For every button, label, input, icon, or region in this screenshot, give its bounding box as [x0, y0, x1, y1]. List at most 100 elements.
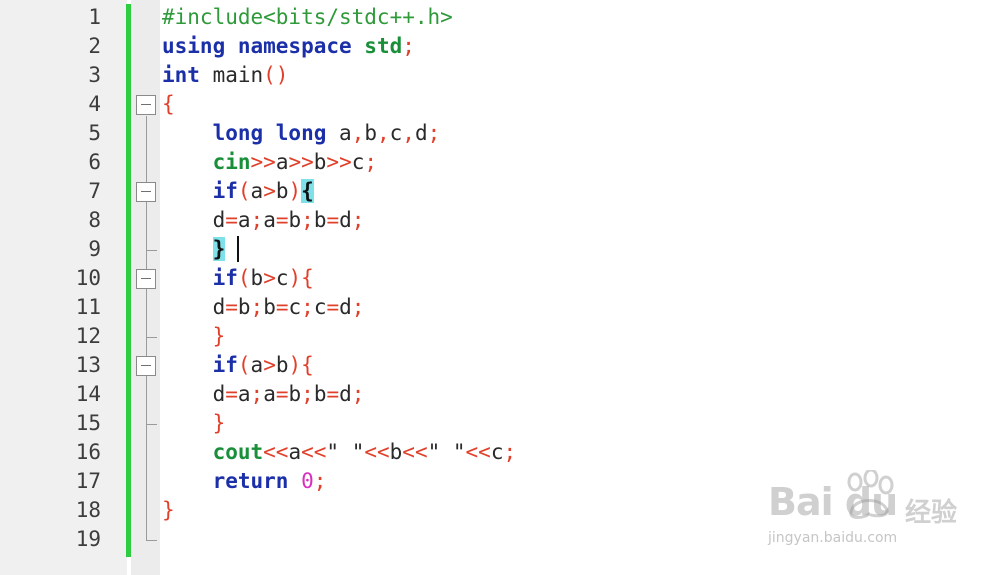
- code-editor[interactable]: 1 #include<bits/stdc++.h> 2 using namespace…: [0, 0, 1000, 575]
- line-number: 14: [75, 382, 101, 406]
- code-token: =: [326, 208, 340, 232]
- code-token: ,: [402, 121, 415, 145]
- code-token: >>: [326, 150, 352, 174]
- code-token: a: [275, 150, 289, 174]
- fold-toggle-if-2[interactable]: [136, 269, 156, 289]
- line-number: 7: [88, 179, 101, 203]
- code-token: >>: [288, 150, 314, 174]
- code-line[interactable]: return 0;: [162, 467, 327, 496]
- code-token: b: [313, 208, 327, 232]
- code-token: (: [237, 353, 251, 377]
- code-token: =: [225, 208, 238, 232]
- line-number: 1: [88, 5, 101, 29]
- code-line[interactable]: d=a;a=b;b=d;: [162, 380, 365, 409]
- code-line[interactable]: long long a,b,c,d;: [162, 119, 441, 148]
- code-token: <<: [465, 440, 491, 464]
- code-token: d: [339, 208, 352, 232]
- line-number: 10: [75, 266, 101, 290]
- code-token: }: [212, 324, 226, 348]
- line-number: 18: [75, 498, 101, 522]
- code-token: ){: [288, 266, 314, 290]
- code-token: (): [263, 63, 289, 87]
- code-token: ): [288, 179, 302, 203]
- code-line[interactable]: }: [162, 409, 226, 438]
- code-token: a: [250, 353, 264, 377]
- code-line[interactable]: if(a>b){: [162, 351, 314, 380]
- code-token: ;: [250, 382, 264, 406]
- line-number: 6: [88, 150, 101, 174]
- code-token: <<: [263, 440, 289, 464]
- code-token: ;: [313, 469, 327, 493]
- code-token: >: [263, 266, 276, 290]
- fold-toggle-main[interactable]: [136, 95, 156, 115]
- code-line[interactable]: }: [162, 496, 175, 525]
- code-token: long long: [212, 121, 327, 145]
- code-token: b: [389, 440, 403, 464]
- code-token: d: [212, 382, 226, 406]
- code-line[interactable]: if(b>c){: [162, 264, 314, 293]
- fold-toggle-if-1[interactable]: [136, 182, 156, 202]
- fold-toggle-if-3[interactable]: [136, 356, 156, 376]
- code-token: c: [490, 440, 504, 464]
- code-token: d: [414, 121, 428, 145]
- code-line[interactable]: cin>>a>>b>>c;: [162, 148, 377, 177]
- code-line[interactable]: {: [162, 90, 175, 119]
- code-line[interactable]: using namespace std;: [162, 32, 415, 61]
- code-line[interactable]: d=b;b=c;c=d;: [162, 293, 365, 322]
- code-token: ;: [503, 440, 517, 464]
- fold-end-tick: [146, 540, 157, 541]
- code-token: a: [237, 208, 251, 232]
- code-token: >: [263, 179, 276, 203]
- fold-guide-line: [146, 116, 147, 540]
- code-token: b: [288, 208, 302, 232]
- code-token: c: [389, 121, 403, 145]
- code-token: b: [364, 121, 377, 145]
- fold-end-tick: [146, 337, 157, 338]
- code-token: (: [237, 179, 251, 203]
- code-token: <<: [402, 440, 428, 464]
- code-token: std: [364, 34, 403, 58]
- code-token: if: [212, 266, 238, 290]
- code-token: cout: [212, 440, 264, 464]
- line-number: 8: [88, 208, 101, 232]
- line-number: 11: [75, 295, 101, 319]
- fold-end-tick: [146, 424, 157, 425]
- code-line[interactable]: int main(): [162, 61, 288, 90]
- code-token: b: [250, 266, 264, 290]
- code-token: >: [263, 353, 276, 377]
- code-token: ;: [301, 295, 314, 319]
- code-token: c: [288, 295, 302, 319]
- line-number: 9: [88, 237, 101, 261]
- text-caret: [237, 236, 239, 262]
- code-token: ;: [402, 34, 415, 58]
- code-line[interactable]: cout<<a<<" "<<b<<" "<<c;: [162, 438, 517, 467]
- code-line[interactable]: if(a>b){: [162, 177, 314, 206]
- code-token: ;: [250, 295, 264, 319]
- code-token: b: [275, 179, 289, 203]
- code-token: a: [250, 179, 264, 203]
- code-token: d: [339, 295, 352, 319]
- code-token: d: [212, 208, 226, 232]
- code-token: b: [288, 382, 302, 406]
- line-number: 5: [88, 121, 101, 145]
- code-token: b: [237, 295, 251, 319]
- code-token: a: [263, 208, 276, 232]
- code-line[interactable]: }: [162, 322, 226, 351]
- code-line[interactable]: }: [162, 235, 226, 264]
- code-token: >>: [250, 150, 276, 174]
- code-token: ;: [301, 382, 314, 406]
- code-line[interactable]: d=a;a=b;b=d;: [162, 206, 365, 235]
- code-token: c: [275, 266, 289, 290]
- code-token: =: [326, 382, 340, 406]
- code-line[interactable]: #include<bits/stdc++.h>: [162, 3, 453, 32]
